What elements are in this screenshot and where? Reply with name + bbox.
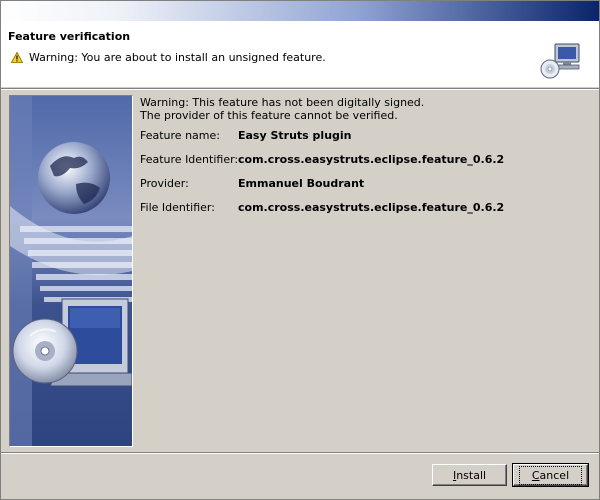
unsigned-warning-line2: The provider of this feature cannot be v… — [140, 109, 398, 122]
install-button[interactable]: Install — [432, 464, 507, 486]
title-bar[interactable] — [1, 1, 599, 21]
footer-separator — [1, 452, 599, 454]
feature-name-value: Easy Struts plugin — [238, 129, 352, 142]
warning-icon — [11, 52, 23, 63]
cancel-mnemonic: C — [531, 468, 540, 482]
file-identifier-value: com.cross.easystruts.eclipse.feature_0.6… — [238, 201, 505, 214]
page-title: Feature verification — [8, 30, 131, 43]
dialog-header: Feature verification Warning: You are ab… — [1, 21, 599, 87]
provider-label: Provider: — [140, 177, 189, 190]
header-warning-text: Warning: You are about to install an uns… — [29, 51, 326, 64]
header-separator — [1, 88, 599, 90]
feature-name-label: Feature name: — [140, 129, 220, 142]
cancel-button[interactable]: Cancel — [512, 463, 589, 487]
cancel-label: ancel — [539, 468, 570, 482]
install-label: nstall — [456, 468, 487, 482]
feature-identifier-label: Feature Identifier: — [140, 153, 239, 166]
feature-identifier-value: com.cross.easystruts.eclipse.feature_0.6… — [238, 153, 505, 166]
globe-icon — [38, 142, 110, 214]
wizard-banner-image — [9, 95, 133, 447]
computer-cd-icon — [540, 43, 580, 79]
file-identifier-label: File Identifier: — [140, 201, 215, 214]
header-warning: Warning: You are about to install an uns… — [11, 51, 326, 64]
feature-details: Warning: This feature has not been digit… — [140, 96, 590, 214]
feature-verification-dialog: Feature verification Warning: You are ab… — [0, 0, 600, 500]
unsigned-warning-line1: Warning: This feature has not been digit… — [140, 96, 425, 109]
provider-value: Emmanuel Boudrant — [238, 177, 365, 190]
